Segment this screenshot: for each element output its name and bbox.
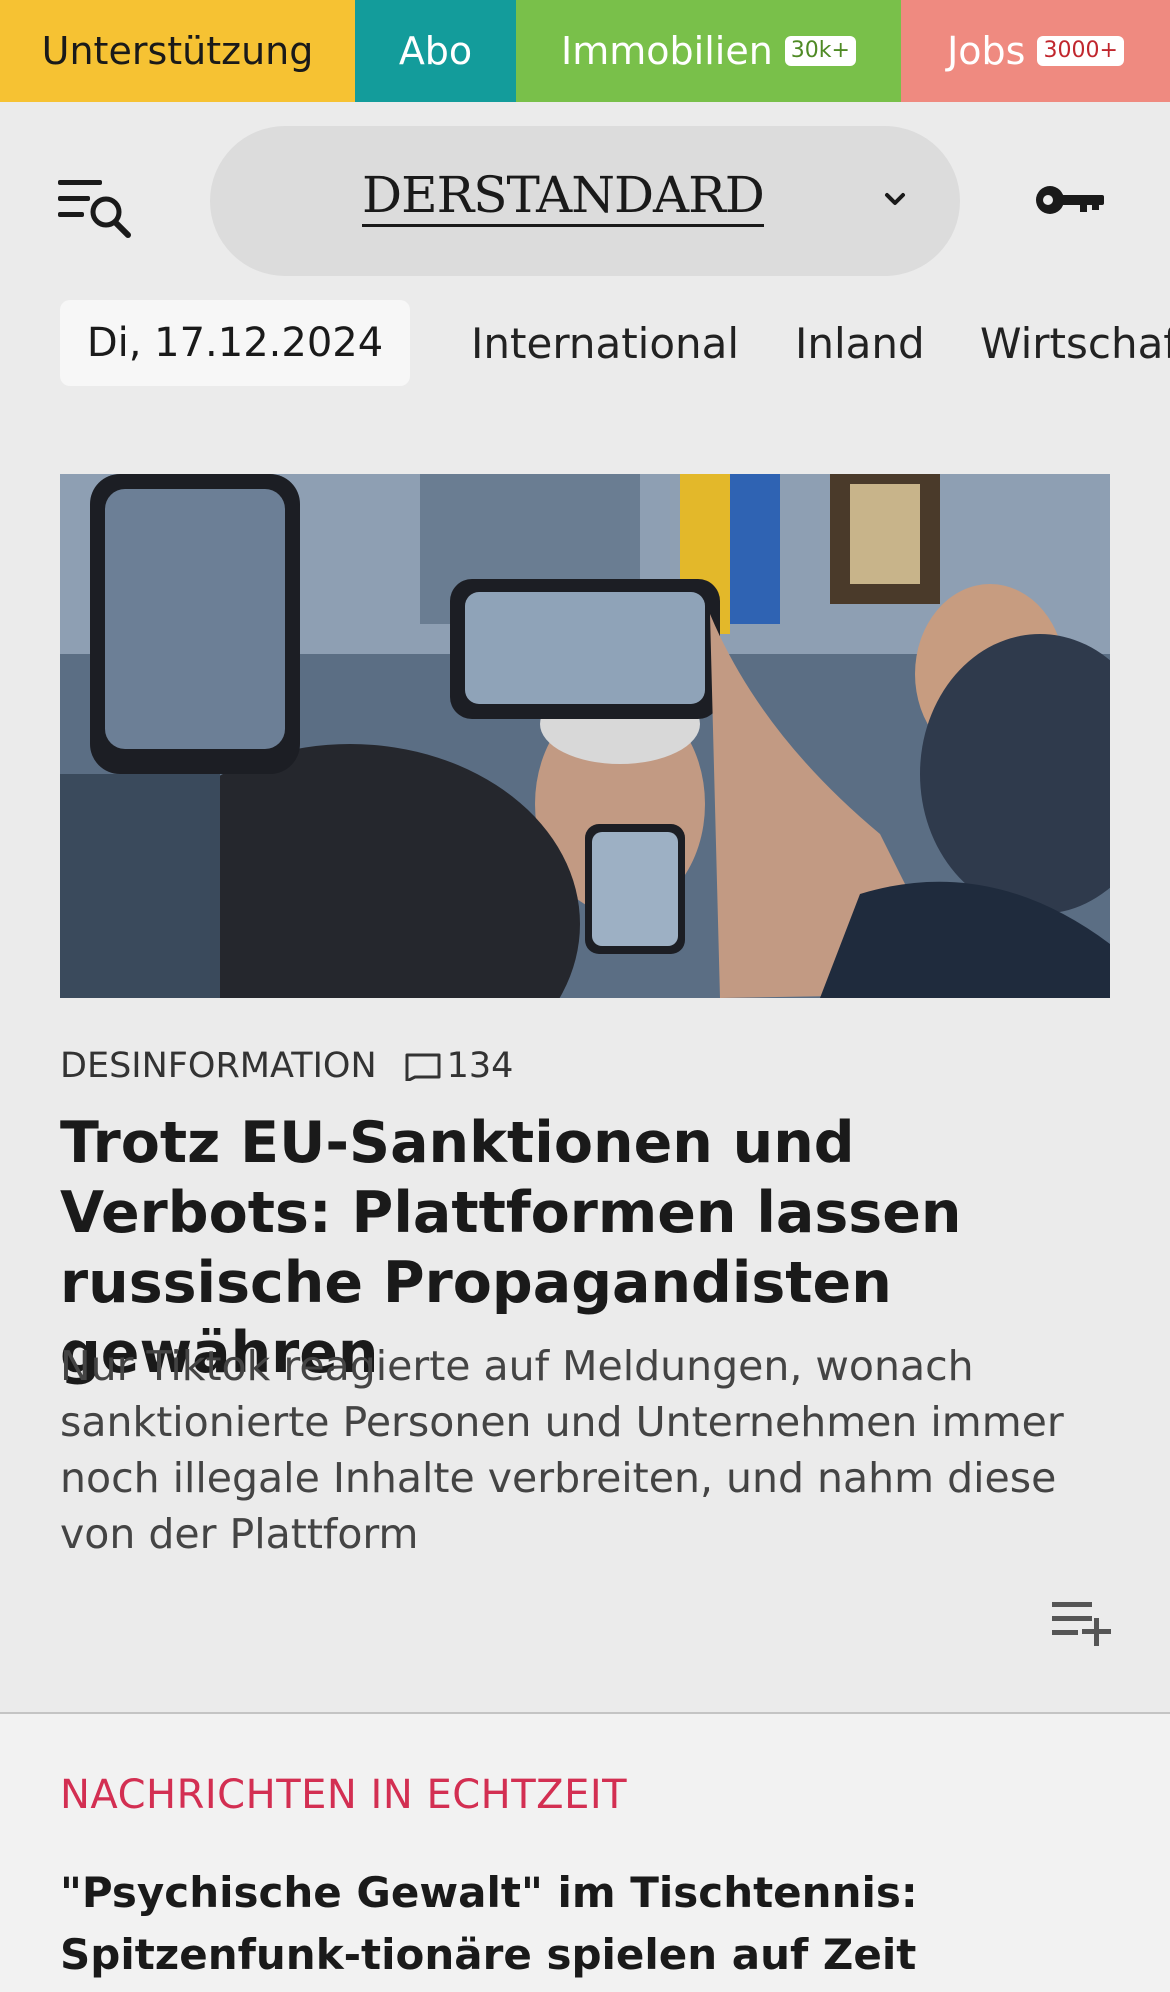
immobilien-label: Immobilien [561, 29, 773, 73]
live-news-headline[interactable]: "Psychische Gewalt" im Tischtennis: Spit… [60, 1862, 1120, 1986]
immobilien-count-badge: 30k+ [784, 36, 856, 66]
abo-link[interactable]: Abo [355, 0, 516, 102]
ressort-navigation: Di, 17.12.2024 International Inland Wirt… [0, 300, 1170, 388]
menu-search-button[interactable] [58, 172, 148, 252]
nav-item-wirtschaft[interactable]: Wirtschaft [980, 300, 1170, 386]
menu-search-icon [58, 180, 131, 238]
comment-count[interactable]: 134 [447, 1046, 514, 1086]
comment-icon [405, 1053, 441, 1081]
article-kicker[interactable]: DESINFORMATION [60, 1046, 377, 1086]
article-teaser[interactable]: Nur Tiktok reagierte auf Meldungen, wona… [60, 1338, 1120, 1562]
site-logo: DERSTANDARD [362, 166, 765, 227]
add-to-reading-list-button[interactable] [1050, 1596, 1112, 1646]
login-button[interactable] [1032, 180, 1106, 220]
article-hero-image[interactable] [60, 474, 1110, 998]
nav-item-inland[interactable]: Inland [795, 300, 925, 386]
nav-item-international[interactable]: International [471, 300, 739, 386]
crowd-photo [60, 474, 1110, 998]
support-label: Unterstützung [41, 29, 314, 73]
support-link[interactable]: Unterstützung [0, 0, 355, 102]
current-date: Di, 17.12.2024 [60, 300, 410, 386]
immobilien-link[interactable]: Immobilien 30k+ [516, 0, 901, 102]
jobs-count-badge: 3000+ [1037, 36, 1124, 66]
playlist-add-icon [1052, 1602, 1111, 1646]
abo-label: Abo [398, 29, 473, 73]
top-service-bar: Unterstützung Abo Immobilien 30k+ Jobs 3… [0, 0, 1170, 102]
key-icon [1036, 186, 1104, 214]
logo-edition-switcher[interactable]: DERSTANDARD [210, 126, 960, 276]
chevron-down-icon [885, 193, 905, 205]
live-news-section: NACHRICHTEN IN ECHTZEIT "Psychische Gewa… [0, 1714, 1170, 1992]
jobs-link[interactable]: Jobs 3000+ [901, 0, 1170, 102]
site-header: DERSTANDARD [0, 102, 1170, 300]
jobs-label: Jobs [947, 29, 1026, 73]
section-title[interactable]: NACHRICHTEN IN ECHTZEIT [60, 1772, 627, 1818]
article-meta: DESINFORMATION 134 [60, 1040, 513, 1092]
